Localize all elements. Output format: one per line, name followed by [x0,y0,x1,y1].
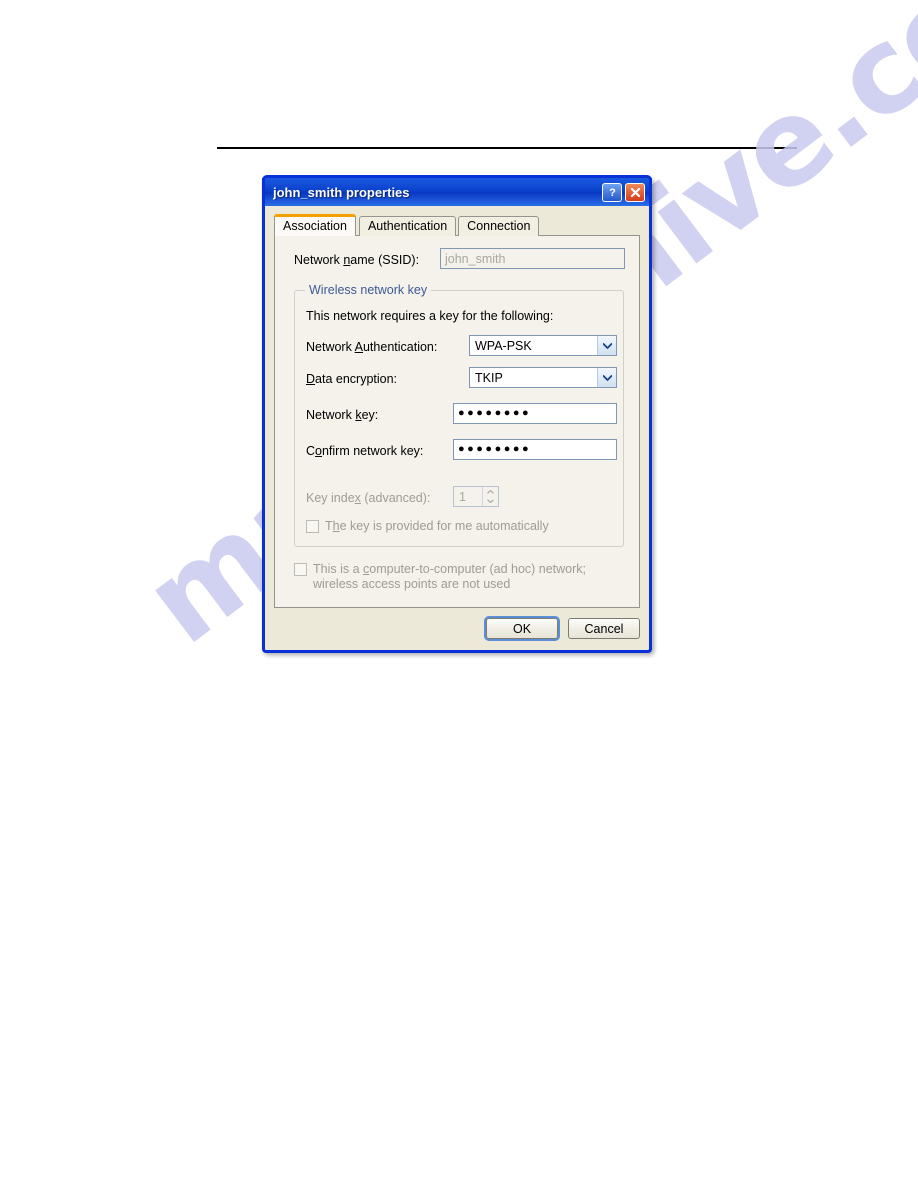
confkey-label-pre: C [306,444,316,458]
network-authentication-value: WPA-PSK [475,338,532,353]
network-properties-dialog: john_smith properties ? Association Auth… [262,175,652,653]
svg-text:?: ? [609,187,616,198]
ok-button-label: OK [512,621,532,636]
confirm-network-key-label: Confirm network key: [306,444,423,458]
network-authentication-label: Network Authentication: [306,340,437,354]
ssid-input[interactable]: john_smith [440,248,625,269]
data-encryption-label: Data encryption: [306,372,397,386]
stepper-up-icon[interactable] [483,487,498,497]
dialog-button-bar: OK Cancel [265,616,640,641]
wireless-network-key-group: Wireless network key This network requir… [294,283,624,547]
enc-label-post: ata encryption: [315,372,398,386]
adhoc-label: This is a computer-to-computer (ad hoc) … [313,562,619,592]
tab-connection[interactable]: Connection [458,216,540,236]
titlebar-buttons: ? [602,182,645,202]
network-authentication-select[interactable]: WPA-PSK [469,335,617,356]
tab-association-label: Association [283,218,347,233]
tab-strip: Association Authentication Connection [274,214,541,236]
autokey-label-post: e key is provided for me automatically [339,519,549,533]
page-header-rule [217,147,797,149]
tab-connection-label: Connection [467,219,531,234]
dialog-titlebar: john_smith properties ? [262,175,652,206]
data-encryption-value: TKIP [475,370,503,385]
autokey-label-pre: T [325,519,333,533]
autokey-label-mnemonic: h [332,519,340,533]
auto-key-checkbox-row[interactable]: The key is provided for me automatically [306,519,606,534]
key-index-stepper[interactable]: 1 [453,486,499,507]
confkey-label-post: nfirm network key: [321,444,424,458]
keyidx-label-post: (advanced): [360,491,431,505]
help-icon[interactable]: ? [602,182,622,202]
stepper-down-icon[interactable] [483,497,498,507]
network-key-value: ●●●●●●●● [458,407,532,419]
confirm-network-key-value: ●●●●●●●● [458,443,532,455]
adhoc-label-pre: This is a [313,562,364,576]
key-index-label: Key index (advanced): [306,491,430,505]
chevron-down-icon[interactable] [597,368,616,387]
netkey-label-post: ey: [361,408,379,422]
confkey-label-mnemonic: o [315,444,322,458]
adhoc-checkbox-row[interactable]: This is a computer-to-computer (ad hoc) … [294,562,619,592]
auth-label-post: uthentication: [362,340,438,354]
association-tab-panel: Network name (SSID): john_smith Wireless… [274,235,640,608]
dialog-title: john_smith properties [273,184,410,200]
cancel-button[interactable]: Cancel [568,618,640,639]
ssid-label-post: ame (SSID): [350,253,420,267]
netkey-label-pre: Network [306,408,356,422]
network-key-label: Network key: [306,408,378,422]
tab-authentication[interactable]: Authentication [358,216,457,236]
tab-association[interactable]: Association [274,214,356,236]
keyidx-label-pre: Key inde [306,491,355,505]
enc-label-mnemonic: D [306,372,316,386]
auto-key-label: The key is provided for me automatically [325,519,549,534]
auth-label-mnemonic: A [354,340,363,354]
ssid-label: Network name (SSID): [294,253,419,267]
key-required-text: This network requires a key for the foll… [306,309,554,323]
network-key-input[interactable]: ●●●●●●●● [453,403,617,424]
adhoc-checkbox[interactable] [294,563,307,576]
key-index-value: 1 [459,489,466,504]
wireless-network-key-group-title: Wireless network key [305,283,432,297]
cancel-button-label: Cancel [584,621,624,636]
auto-key-checkbox[interactable] [306,520,319,533]
data-encryption-select[interactable]: TKIP [469,367,617,388]
ssid-label-pre: Network [294,253,344,267]
confirm-network-key-input[interactable]: ●●●●●●●● [453,439,617,460]
auth-label-pre: Network [306,340,355,354]
tab-authentication-label: Authentication [367,219,448,234]
close-icon[interactable] [625,182,645,202]
ssid-value: john_smith [445,251,506,266]
chevron-down-icon[interactable] [597,336,616,355]
ok-button[interactable]: OK [484,616,560,641]
key-index-stepper-buttons[interactable] [482,487,498,506]
